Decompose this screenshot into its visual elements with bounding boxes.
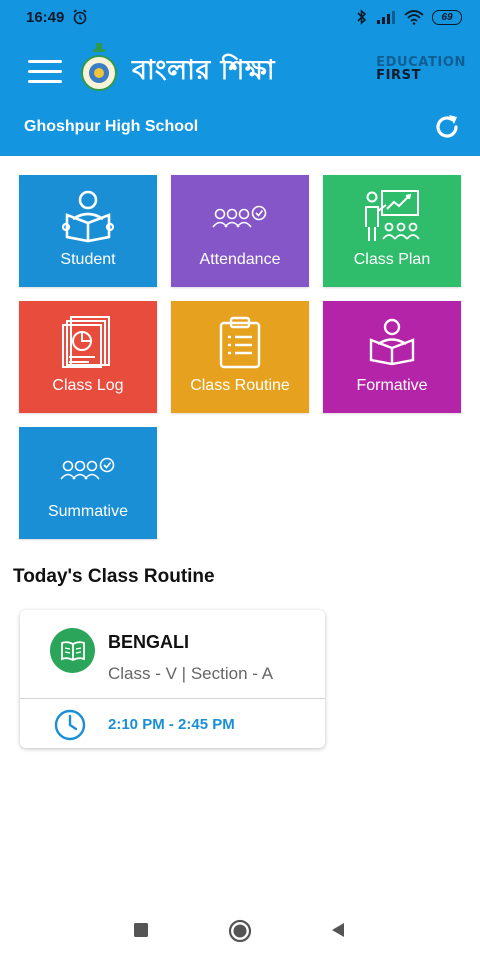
attendance-group-icon (212, 205, 267, 228)
education-first-logo: EDUCATION FIRST (376, 56, 466, 82)
signal-icon (377, 11, 395, 24)
tile-label: Class Routine (190, 377, 290, 394)
routine-card[interactable]: BENGALI Class - V | Section - A 2:10 PM … (20, 610, 325, 748)
tile-label: Attendance (199, 251, 281, 268)
summative-tile[interactable]: Summative (19, 427, 157, 539)
menu-icon-bar (28, 80, 62, 83)
student-tile[interactable]: Student (19, 175, 157, 287)
class-log-report-icon (62, 316, 110, 368)
status-time: 16:49 (26, 8, 65, 26)
refresh-icon[interactable] (432, 112, 462, 142)
govt-emblem-logo (81, 43, 117, 91)
battery-indicator: 69 (432, 9, 462, 25)
formative-reading-icon (369, 318, 415, 366)
attendance-tile[interactable]: Attendance (171, 175, 309, 287)
subject-badge (50, 628, 95, 673)
tile-label: Class Plan (353, 251, 431, 268)
class-plan-tile[interactable]: Class Plan (323, 175, 461, 287)
tile-label: Student (60, 251, 116, 268)
formative-tile[interactable]: Formative (323, 301, 461, 413)
recent-apps-icon[interactable] (133, 922, 149, 938)
section-title: Today's Class Routine (13, 566, 215, 587)
summative-group-icon (60, 457, 115, 480)
home-icon[interactable] (228, 919, 252, 943)
status-bar: 16:49 69 (0, 0, 480, 34)
alarm-icon (73, 9, 87, 25)
tile-label: Summative (47, 503, 129, 520)
card-divider (20, 698, 325, 699)
back-icon[interactable] (330, 922, 346, 938)
wifi-icon (404, 10, 424, 25)
class-routine-tile[interactable]: Class Routine (171, 301, 309, 413)
tile-label: Class Log (52, 377, 124, 394)
routine-class-info: Class - V | Section - A (108, 664, 274, 683)
menu-button[interactable] (28, 60, 62, 83)
app-title: বাংলার শিক্ষা (132, 55, 276, 86)
clipboard-list-icon (219, 316, 261, 369)
system-nav-bar (0, 910, 480, 960)
class-plan-board-icon (365, 190, 420, 241)
menu-icon-bar (28, 70, 62, 73)
open-book-icon (60, 640, 85, 661)
class-log-tile[interactable]: Class Log (19, 301, 157, 413)
menu-icon-bar (28, 60, 62, 63)
bluetooth-icon (357, 9, 367, 25)
brand-line-2: FIRST (376, 68, 422, 83)
clock-icon (54, 709, 86, 741)
tile-label: Formative (356, 377, 428, 394)
school-name: Ghoshpur High School (24, 118, 199, 135)
student-reading-icon (61, 190, 115, 243)
routine-subject: BENGALI (108, 632, 189, 652)
routine-time: 2:10 PM - 2:45 PM (108, 716, 235, 733)
app-header: বাংলার শিক্ষা EDUCATION FIRST Ghoshpur H… (0, 34, 480, 156)
